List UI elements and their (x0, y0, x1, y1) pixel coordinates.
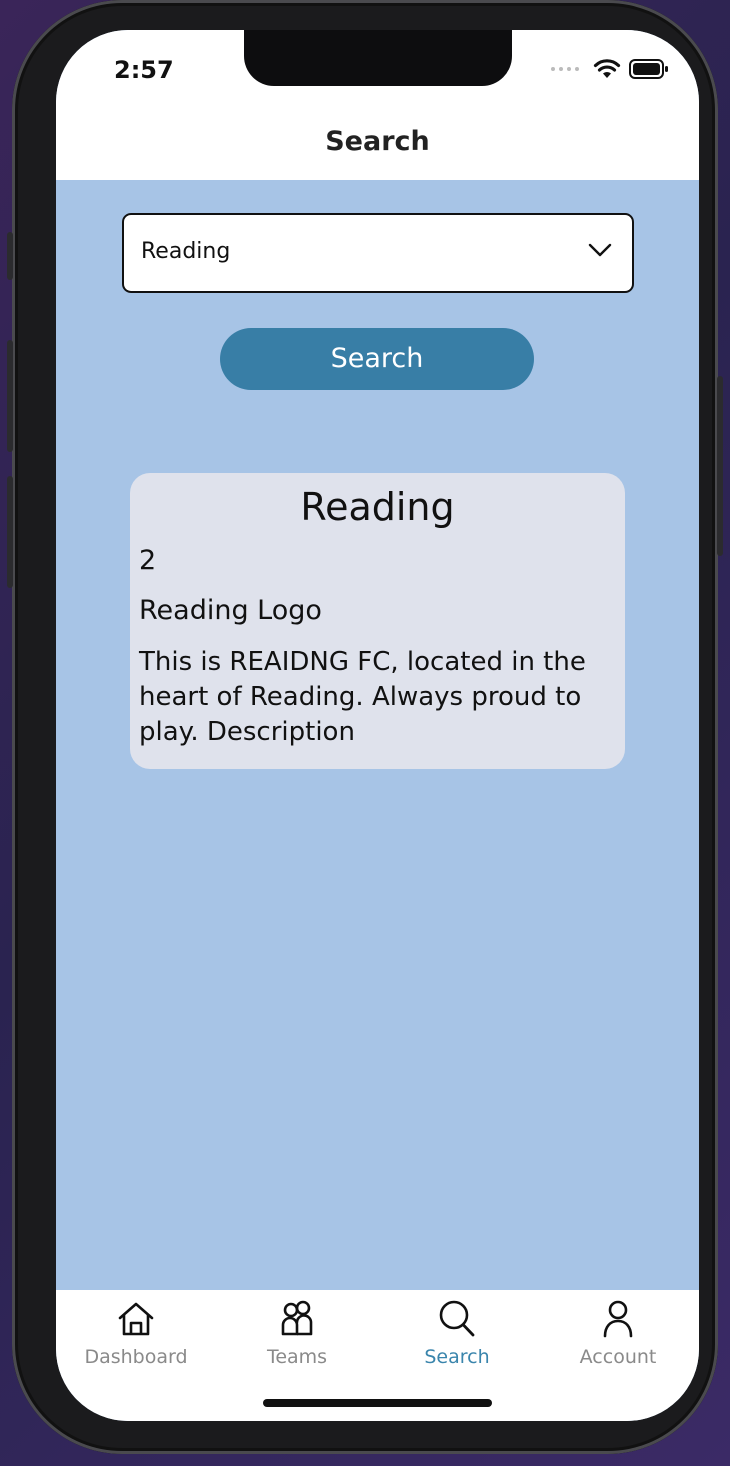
wifi-icon (593, 59, 621, 78)
status-icons (551, 58, 669, 80)
team-select-dropdown[interactable]: Reading (122, 213, 634, 293)
tab-account[interactable]: Account (538, 1298, 698, 1368)
home-icon (118, 1302, 154, 1336)
tab-label: Account (579, 1346, 657, 1368)
teams-icon (281, 1300, 313, 1336)
notch (244, 30, 512, 86)
tab-bar: Dashboard Teams Search Account (56, 1290, 699, 1421)
phone-frame: 2:57 Search Reading Search Reading 2 Rea… (7, 0, 723, 1454)
team-name: Reading (300, 485, 455, 529)
team-id: 2 (139, 545, 157, 576)
tab-dashboard[interactable]: Dashboard (56, 1298, 216, 1368)
page-title: Search (325, 126, 430, 157)
tab-teams[interactable]: Teams (217, 1298, 377, 1368)
app-screen: 2:57 Search Reading Search Reading 2 Rea… (56, 30, 699, 1421)
home-indicator[interactable] (263, 1399, 492, 1407)
tab-label: Search (424, 1346, 490, 1368)
search-icon (439, 1300, 475, 1337)
select-value: Reading (141, 239, 231, 264)
battery-icon (629, 59, 668, 79)
team-result-card[interactable]: Reading 2 Reading Logo This is REAIDNG F… (130, 473, 625, 769)
tab-label: Dashboard (84, 1346, 188, 1368)
team-logo-text: Reading Logo (139, 595, 322, 626)
tab-search[interactable]: Search (377, 1298, 537, 1368)
volume-up-button (7, 340, 13, 452)
search-button[interactable]: Search (220, 328, 534, 390)
power-button (717, 376, 723, 556)
volume-down-button (7, 476, 13, 588)
chevron-down-icon (588, 243, 612, 257)
cellular-signal-icon (551, 67, 579, 71)
mute-switch (7, 232, 13, 280)
team-description: This is REAIDNG FC, located in the heart… (139, 647, 586, 747)
account-icon (603, 1300, 633, 1338)
tab-label: Teams (266, 1346, 328, 1368)
navigation-bar: 2:57 Search (56, 30, 699, 180)
status-time: 2:57 (114, 56, 174, 84)
